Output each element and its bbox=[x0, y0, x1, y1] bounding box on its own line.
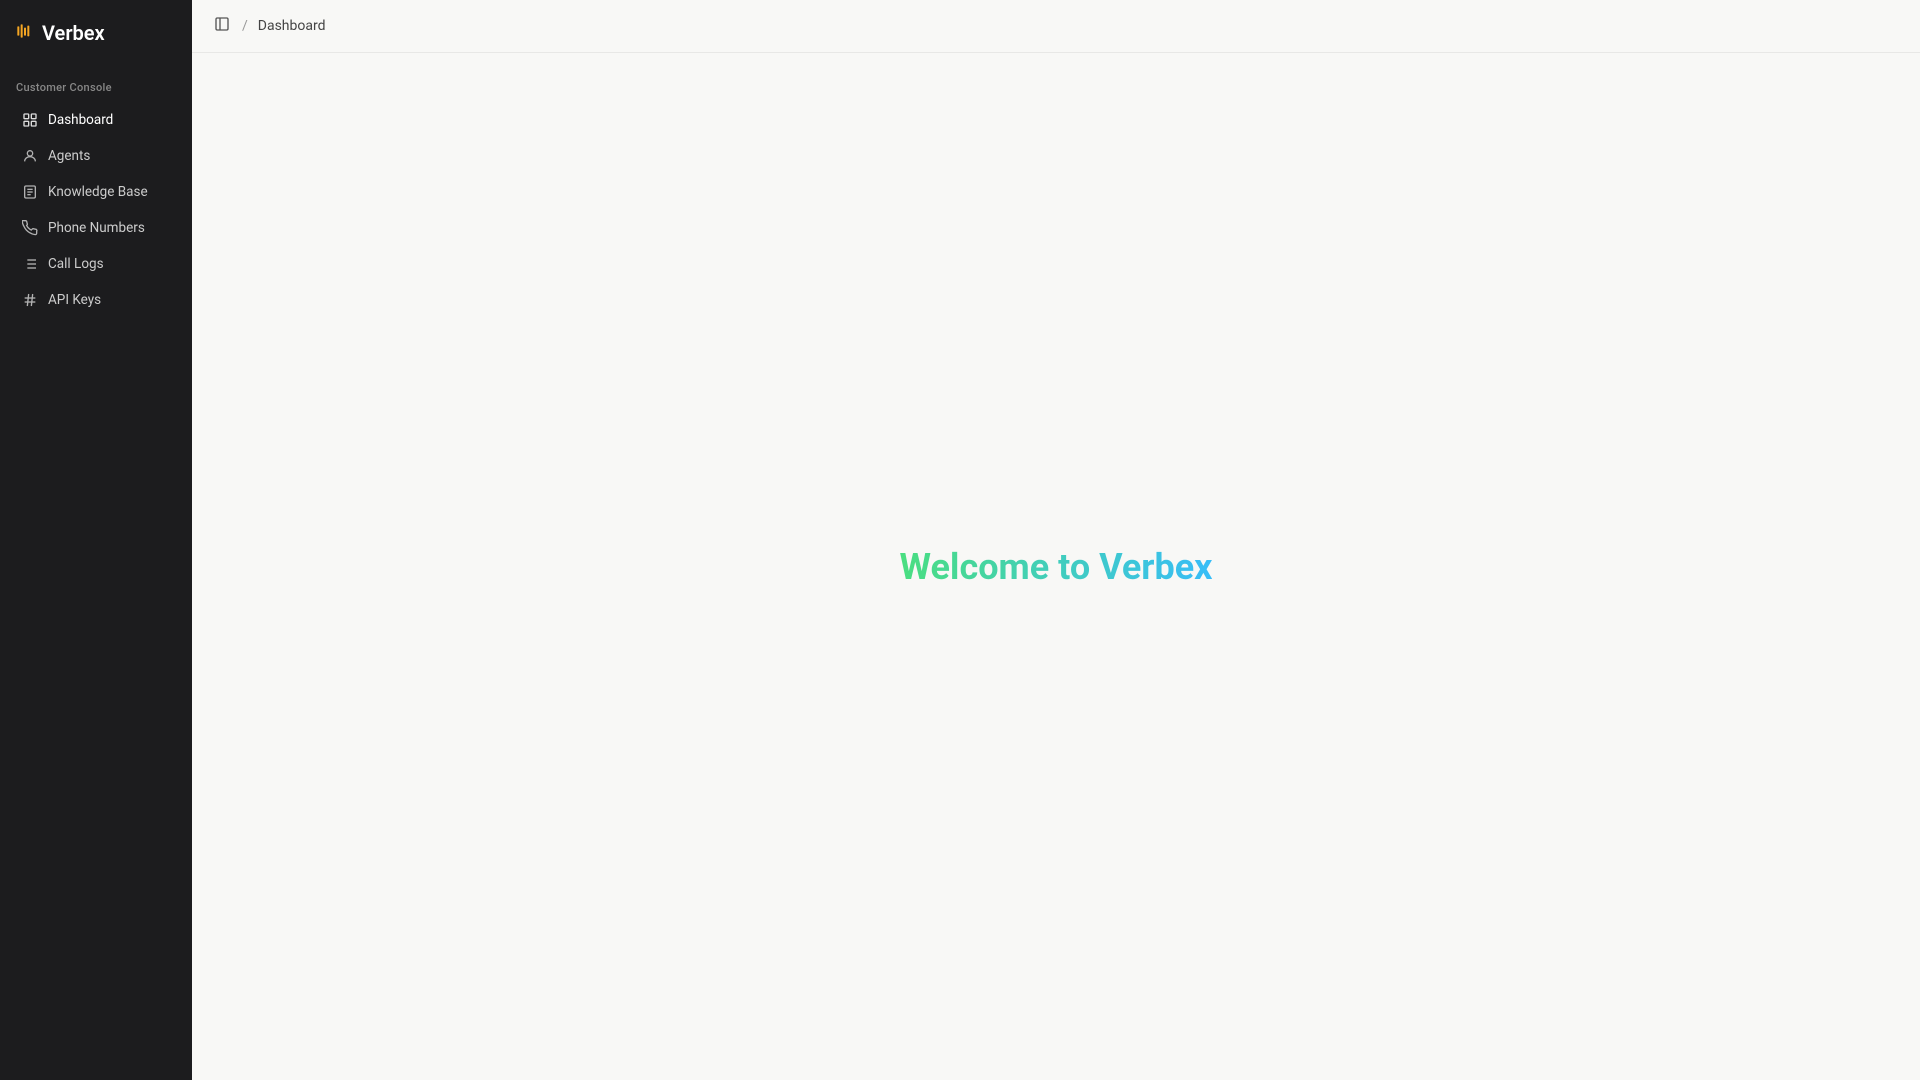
knowledge-base-icon bbox=[22, 184, 38, 200]
agents-icon bbox=[22, 148, 38, 164]
page-content: Welcome to Verbex bbox=[192, 53, 1920, 1080]
sidebar-section-label: Customer Console bbox=[0, 65, 192, 102]
sidebar-item-call-logs-label: Call Logs bbox=[48, 256, 104, 272]
dashboard-icon bbox=[22, 112, 38, 128]
sidebar: Verbex Customer Console Dashboard Agents bbox=[0, 0, 192, 1080]
phone-numbers-icon bbox=[22, 220, 38, 236]
sidebar-item-knowledge-base[interactable]: Knowledge Base bbox=[6, 175, 186, 209]
topbar: / Dashboard bbox=[192, 0, 1920, 53]
breadcrumb: Dashboard bbox=[258, 18, 326, 34]
main-content: / Dashboard Welcome to Verbex bbox=[192, 0, 1920, 1080]
breadcrumb-separator: / bbox=[242, 18, 248, 34]
sidebar-item-knowledge-base-label: Knowledge Base bbox=[48, 184, 148, 200]
sidebar-item-call-logs[interactable]: Call Logs bbox=[6, 247, 186, 281]
welcome-heading: Welcome to Verbex bbox=[900, 546, 1213, 588]
api-keys-icon bbox=[22, 292, 38, 308]
logo-area: Verbex bbox=[0, 0, 192, 65]
sidebar-item-api-keys[interactable]: API Keys bbox=[6, 283, 186, 317]
sidebar-item-dashboard[interactable]: Dashboard bbox=[6, 103, 186, 137]
sidebar-item-api-keys-label: API Keys bbox=[48, 292, 101, 308]
sidebar-item-dashboard-label: Dashboard bbox=[48, 112, 113, 128]
sidebar-item-phone-numbers-label: Phone Numbers bbox=[48, 220, 145, 236]
sidebar-item-agents-label: Agents bbox=[48, 148, 90, 164]
sidebar-item-agents[interactable]: Agents bbox=[6, 139, 186, 173]
sidebar-item-phone-numbers[interactable]: Phone Numbers bbox=[6, 211, 186, 245]
logo-icon bbox=[16, 20, 32, 45]
app-name: Verbex bbox=[42, 21, 105, 45]
sidebar-toggle-button[interactable] bbox=[212, 14, 232, 38]
call-logs-icon bbox=[22, 256, 38, 272]
